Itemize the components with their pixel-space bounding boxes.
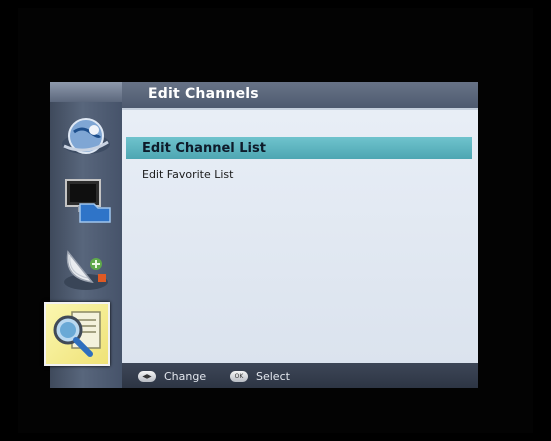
monitor-folder-icon[interactable] <box>58 174 114 224</box>
page-title: Edit Channels <box>148 86 259 102</box>
menu-item-label: Edit Channel List <box>142 141 266 156</box>
menu-item-label: Edit Favorite List <box>142 168 234 181</box>
hint-bar: ◀▶ Change OK Select <box>122 363 478 388</box>
hint-select-label: Select <box>256 369 290 383</box>
hint-change-label: Change <box>164 369 207 383</box>
satellite-dish-icon[interactable] <box>58 244 114 294</box>
globe-satellite-icon[interactable] <box>58 112 114 162</box>
title-bar: Edit Channels <box>122 82 478 110</box>
hint-change: ◀▶ Change <box>138 369 206 383</box>
sidebar-cap <box>50 82 122 102</box>
left-right-key-icon: ◀▶ <box>138 370 156 382</box>
magnifier-document-icon[interactable] <box>44 302 110 366</box>
menu-item-edit-favorite-list[interactable]: Edit Favorite List <box>126 164 472 186</box>
osd-menu: Edit Channels Edit Channel List Edit Fav… <box>44 82 478 388</box>
sidebar <box>44 82 123 388</box>
menu-panel: Edit Channel List Edit Favorite List <box>122 110 478 363</box>
hint-select: OK Select <box>230 369 290 383</box>
menu-item-edit-channel-list[interactable]: Edit Channel List <box>126 137 472 159</box>
ok-key-icon: OK <box>230 370 248 382</box>
